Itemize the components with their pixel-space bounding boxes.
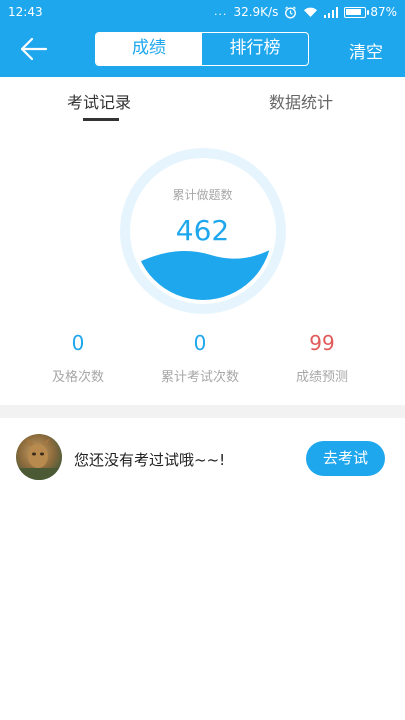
top-bar: 12:43 ... 32.9K/s 87% 成绩 排行榜 清空 [0, 0, 405, 77]
status-bar: 12:43 ... 32.9K/s 87% [0, 0, 405, 24]
alarm-icon [284, 6, 297, 19]
battery-icon [344, 6, 370, 18]
stat-value: 0 [193, 331, 207, 355]
wifi-icon [303, 6, 318, 18]
tab-data-statistics[interactable]: 数据统计 [269, 89, 333, 113]
stat-label: 及格次数 [51, 370, 104, 385]
battery-percent: 87% [370, 5, 397, 19]
status-time: 12:43 [8, 5, 43, 19]
stat-pass-count: 0 及格次数 [13, 330, 143, 385]
stat-label: 成绩预测 [295, 370, 348, 385]
back-arrow-icon[interactable] [18, 35, 50, 63]
section-divider [0, 405, 405, 418]
empty-record-message: 您还没有考过试哦~~! [74, 451, 226, 469]
go-exam-button[interactable]: 去考试 [306, 441, 385, 476]
gauge-value: 462 [175, 214, 230, 247]
stat-label: 累计考试次数 [160, 370, 239, 385]
sub-tabs: 考试记录 数据统计 [0, 77, 405, 123]
tab-leaderboard[interactable]: 排行榜 [202, 33, 308, 65]
signal-icon [324, 6, 339, 18]
avatar [16, 434, 62, 480]
stat-value: 99 [309, 331, 335, 355]
stat-exam-count: 0 累计考试次数 [135, 330, 265, 385]
active-tab-underline [83, 118, 119, 121]
network-speed: 32.9K/s [233, 5, 279, 19]
status-right: ... 32.9K/s 87% [214, 0, 397, 24]
battery-indicator: 87% [344, 0, 397, 24]
battery-fill [346, 8, 362, 15]
stat-score-prediction: 99 成绩预测 [257, 330, 387, 385]
header-tab-switcher: 成绩 排行榜 [95, 32, 309, 66]
status-dots: ... [213, 5, 228, 18]
tab-exam-records[interactable]: 考试记录 [67, 89, 131, 113]
tab-scores[interactable]: 成绩 [96, 33, 202, 65]
clear-button[interactable]: 清空 [349, 38, 383, 63]
gauge-label: 累计做题数 [172, 188, 233, 202]
stat-value: 0 [71, 331, 85, 355]
